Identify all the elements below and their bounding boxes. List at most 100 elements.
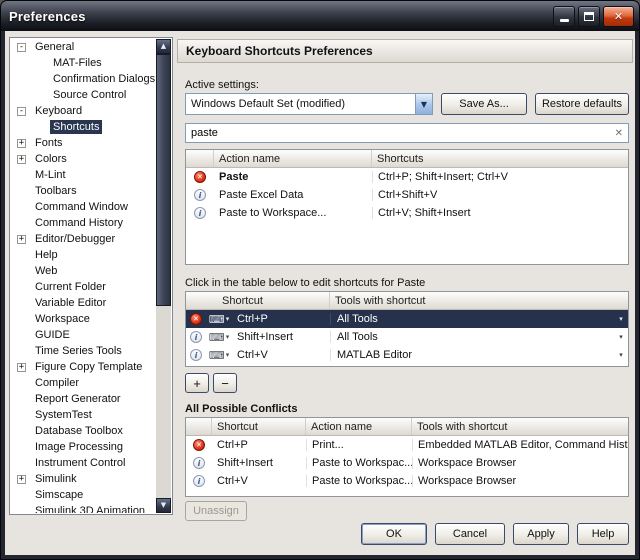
expand-icon[interactable]: + [17,139,26,148]
tree-item-current-folder[interactable]: Current Folder [11,279,156,295]
add-shortcut-button[interactable]: + [185,373,209,393]
tree-item-m-lint[interactable]: M-Lint [11,167,156,183]
cancel-button[interactable]: Cancel [435,523,505,545]
column-header-tools-with-shortcut[interactable]: Tools with shortcut [412,418,628,435]
tree-item-variable-editor[interactable]: Variable Editor [11,295,156,311]
maximize-button[interactable] [578,6,600,27]
column-header-status[interactable] [186,418,212,435]
tree-item-label: Web [32,264,60,278]
help-button[interactable]: Help [577,523,629,545]
collapse-icon[interactable]: - [17,43,26,52]
table-row[interactable]: i Ctrl+V Paste to Workspac... Workspace … [186,472,628,490]
table-row[interactable]: i ⌨▾ Shift+Insert All Tools ▾ [186,328,628,346]
tree-scrollbar[interactable]: ▲ ▼ [156,39,171,513]
column-header-shortcuts[interactable]: Shortcuts [372,150,628,167]
tree-item-editor-debugger[interactable]: +Editor/Debugger [11,231,156,247]
table-row[interactable]: ✕ ⌨▾ Ctrl+P All Tools ▾ [186,310,628,328]
expand-icon[interactable]: + [17,155,26,164]
tree-item-shortcuts[interactable]: Shortcuts [11,119,156,135]
shortcut-search-box[interactable]: ✕ [185,123,629,143]
column-header-status[interactable] [186,150,214,167]
tools-dropdown-icon[interactable]: ▾ [614,315,628,323]
tree-item-command-window[interactable]: Command Window [11,199,156,215]
shortcuts-cell: Ctrl+P; Shift+Insert; Ctrl+V [372,171,628,183]
table-row[interactable]: ✕ Paste Ctrl+P; Shift+Insert; Ctrl+V [186,168,628,186]
tree-item-toolbars[interactable]: Toolbars [11,183,156,199]
keyboard-shortcut-editor[interactable]: ⌨▾ [206,331,232,344]
restore-defaults-button[interactable]: Restore defaults [535,93,629,115]
column-header-tools-with-shortcut[interactable]: Tools with shortcut [330,292,628,309]
tree-item-image-processing[interactable]: Image Processing [11,439,156,455]
active-settings-value: Windows Default Set (modified) [191,98,345,110]
tools-dropdown-icon[interactable]: ▾ [614,351,628,359]
tree-item-label: M-Lint [32,168,69,182]
actions-table: Action name Shortcuts ✕ Paste Ctrl+P; Sh… [185,149,629,265]
tree-item-label: Fonts [32,136,66,150]
table-row[interactable]: i Shift+Insert Paste to Workspac... Work… [186,454,628,472]
tree-item-label: Time Series Tools [32,344,125,358]
expand-icon[interactable]: + [17,363,26,372]
apply-button[interactable]: Apply [513,523,569,545]
collapse-icon[interactable]: - [17,107,26,116]
scrollbar-thumb[interactable] [156,54,171,306]
expand-icon[interactable]: + [17,235,26,244]
tree-item-time-series-tools[interactable]: Time Series Tools [11,343,156,359]
keyboard-shortcut-editor[interactable]: ⌨▾ [206,349,232,362]
table-row[interactable]: ✕ Ctrl+P Print... Embedded MATLAB Editor… [186,436,628,454]
keyboard-icon: ⌨ [209,313,225,326]
scroll-up-icon[interactable]: ▲ [156,39,171,54]
tree-item-web[interactable]: Web [11,263,156,279]
keyboard-shortcut-editor[interactable]: ⌨▾ [206,313,232,326]
table-row[interactable]: i Paste Excel Data Ctrl+Shift+V [186,186,628,204]
tree-item-report-generator[interactable]: Report Generator [11,391,156,407]
info-icon: i [190,331,202,343]
table-row[interactable]: i ⌨▾ Ctrl+V MATLAB Editor ▾ [186,346,628,364]
tree-item-general[interactable]: -General [11,39,156,55]
shortcuts-cell: Ctrl+V; Shift+Insert [372,207,628,219]
tree-item-colors[interactable]: +Colors [11,151,156,167]
tree-item-fonts[interactable]: + Fonts [11,135,156,151]
column-header-shortcut[interactable]: Shortcut [186,292,330,309]
tree-item-guide[interactable]: GUIDE [11,327,156,343]
remove-shortcut-button[interactable]: − [213,373,237,393]
tree-item-simscape[interactable]: Simscape [11,487,156,503]
tree-item-command-history[interactable]: Command History [11,215,156,231]
column-header-shortcut[interactable]: Shortcut [212,418,306,435]
column-header-action-name[interactable]: Action name [214,150,372,167]
tree-item-help[interactable]: Help [11,247,156,263]
tree-item-source-control[interactable]: Source Control [11,87,156,103]
tree-item-label: Simulink 3D Animation [32,504,148,513]
chevron-down-icon[interactable]: ▼ [415,94,432,114]
clear-search-icon[interactable]: ✕ [615,128,623,139]
tree-item-keyboard[interactable]: -Keyboard [11,103,156,119]
tree-item-mat-files[interactable]: MAT-Files [11,55,156,71]
tools-dropdown-icon[interactable]: ▾ [614,333,628,341]
column-header-action-name[interactable]: Action name [306,418,412,435]
tree-item-simulink-3d-animation[interactable]: Simulink 3D Animation [11,503,156,513]
expand-icon[interactable]: + [17,475,26,484]
tree-item-label: MAT-Files [50,56,105,70]
tree-item-workspace[interactable]: Workspace [11,311,156,327]
tree-item-instrument-control[interactable]: Instrument Control [11,455,156,471]
titlebar[interactable]: Preferences ✕ [1,1,639,31]
scroll-down-icon[interactable]: ▼ [156,498,171,513]
tree-item-database-toolbox[interactable]: Database Toolbox [11,423,156,439]
close-button[interactable]: ✕ [603,6,634,27]
window-title: Preferences [9,9,86,24]
search-input[interactable] [191,127,615,139]
table-row[interactable]: i Paste to Workspace... Ctrl+V; Shift+In… [186,204,628,222]
tree-item-confirmation-dialogs[interactable]: Confirmation Dialogs [11,71,156,87]
tree-item-systemtest[interactable]: SystemTest [11,407,156,423]
ok-button[interactable]: OK [361,523,427,545]
tree-item-label: SystemTest [32,408,95,422]
tree-item-figure-copy-template[interactable]: +Figure Copy Template [11,359,156,375]
tree-item-label: Report Generator [32,392,124,406]
shortcuts-table: Shortcut Tools with shortcut ✕ ⌨▾ Ctrl+P… [185,291,629,367]
minimize-button[interactable] [553,6,575,27]
active-settings-dropdown[interactable]: Windows Default Set (modified) ▼ [185,93,433,115]
conflict-error-icon: ✕ [194,171,206,183]
tree-item-compiler[interactable]: Compiler [11,375,156,391]
info-icon: i [194,189,206,201]
save-as-button[interactable]: Save As... [441,93,527,115]
tree-item-simulink[interactable]: +Simulink [11,471,156,487]
